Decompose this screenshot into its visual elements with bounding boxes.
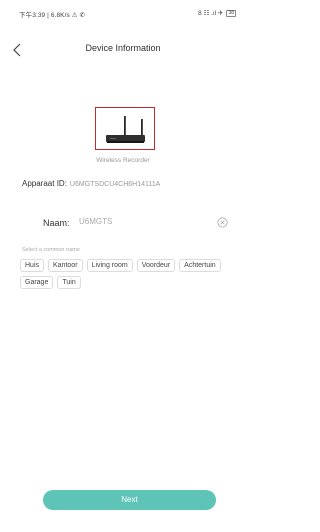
status-bar: 下午3:39 | 6.8K/s ⚠ ✆ 8 ☷ .ıl ✈ 38 (0, 0, 246, 22)
name-label: Naam: (43, 218, 70, 228)
nav-bar: Device Information (0, 38, 246, 62)
device-id-label: Apparaat ID: (22, 179, 67, 188)
status-indicators: 8 ☷ .ıl ✈ 38 (198, 9, 236, 17)
device-caption: Wireless Recorder (96, 157, 150, 164)
name-input[interactable] (79, 217, 209, 226)
clear-icon[interactable] (217, 217, 228, 228)
battery-icon: 38 (226, 9, 236, 17)
next-button[interactable]: Next (43, 490, 216, 510)
device-id-value: U6MGTSDCU4CH6H14111A (69, 181, 161, 188)
chip-huis[interactable]: Huis (20, 259, 45, 272)
status-left-text: 下午3:39 | 6.8K/s ⚠ ✆ (19, 12, 86, 19)
signal-wifi-indicators: 8 ☷ .ıl ✈ (198, 10, 224, 17)
name-row: Naam: (43, 216, 229, 232)
chip-kantoor[interactable]: Kantoor (48, 259, 83, 272)
chip-living-room[interactable]: Living room (86, 259, 133, 272)
common-name-chips: Huis Kantoor Living room Voordeur Achter… (20, 259, 230, 289)
page-title: Device Information (85, 43, 161, 53)
common-name-hint: Select a common name (22, 247, 80, 253)
chip-voordeur[interactable]: Voordeur (136, 259, 176, 272)
device-id-row: Apparaat ID: U6MGTSDCU4CH6H14111A (22, 179, 160, 188)
wireless-recorder-icon (106, 116, 145, 143)
device-image-frame (95, 107, 155, 150)
chip-garage[interactable]: Garage (20, 276, 54, 289)
chip-achtertuin[interactable]: Achtertuin (179, 259, 221, 272)
chip-tuin[interactable]: Tuin (57, 276, 81, 289)
